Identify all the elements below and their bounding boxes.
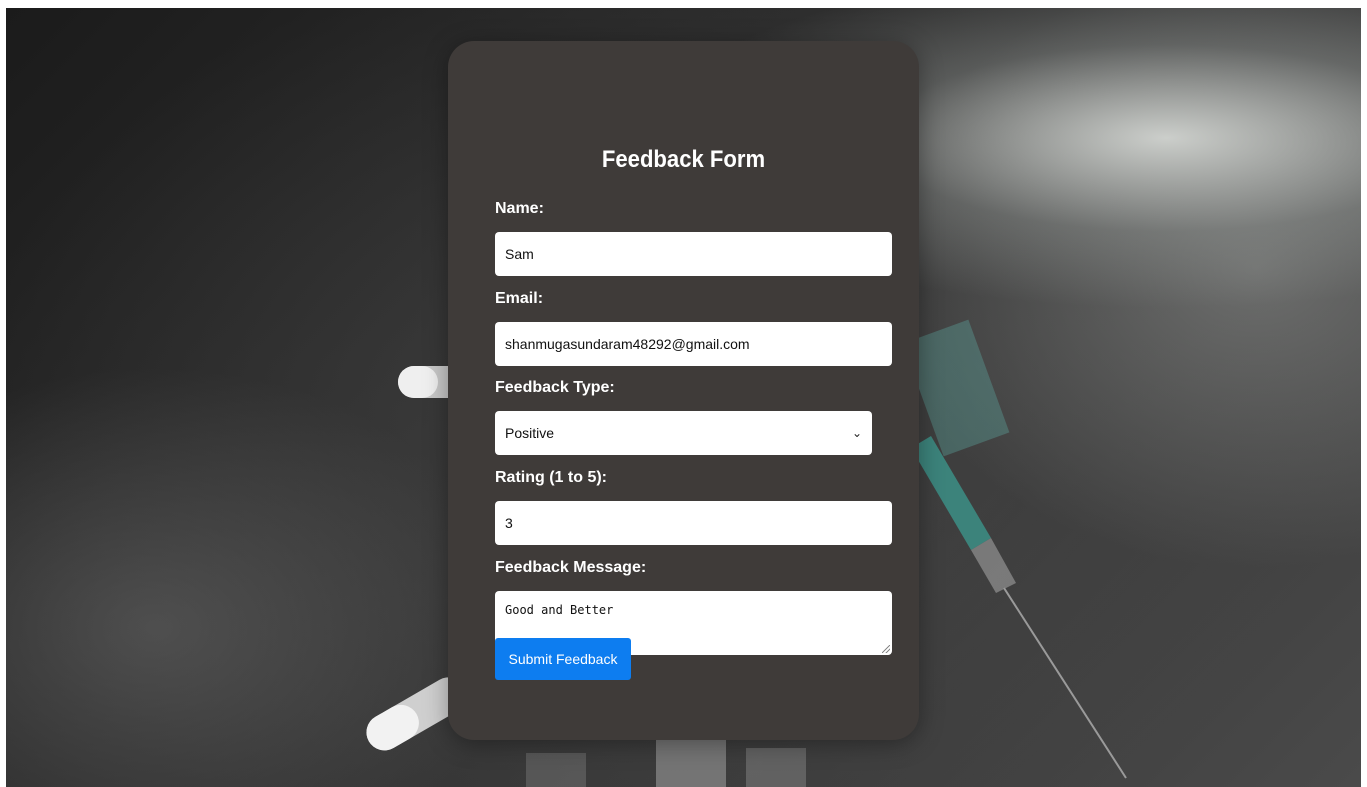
resize-handle-icon[interactable] <box>882 645 890 653</box>
submit-feedback-button[interactable]: Submit Feedback <box>495 638 631 680</box>
rating-label: Rating (1 to 5): <box>495 469 607 486</box>
vial-image <box>526 740 806 787</box>
feedback-type-select[interactable]: Positive ⌄ <box>495 411 872 455</box>
name-input-value: Sam <box>505 246 534 262</box>
name-label: Name: <box>495 200 544 217</box>
feedback-message-value: Good and Better <box>505 603 614 617</box>
feedback-form-card: Feedback Form Name: Sam Email: shanmugas… <box>448 41 919 740</box>
form-title: Feedback Form <box>601 146 766 173</box>
syringe-image <box>902 319 1127 779</box>
rating-input-value: 3 <box>505 515 513 531</box>
email-input-value: shanmugasundaram48292@gmail.com <box>505 336 750 352</box>
feedback-message-label: Feedback Message: <box>495 559 647 576</box>
email-input[interactable]: shanmugasundaram48292@gmail.com <box>495 322 892 366</box>
page-viewport: Feedback Form Name: Sam Email: shanmugas… <box>6 8 1361 787</box>
chevron-down-icon: ⌄ <box>851 426 862 440</box>
feedback-type-label: Feedback Type: <box>495 379 615 396</box>
rating-input[interactable]: 3 <box>495 501 892 545</box>
feedback-type-selected-value: Positive <box>505 425 555 441</box>
name-input[interactable]: Sam <box>495 232 892 276</box>
email-label: Email: <box>495 290 544 307</box>
